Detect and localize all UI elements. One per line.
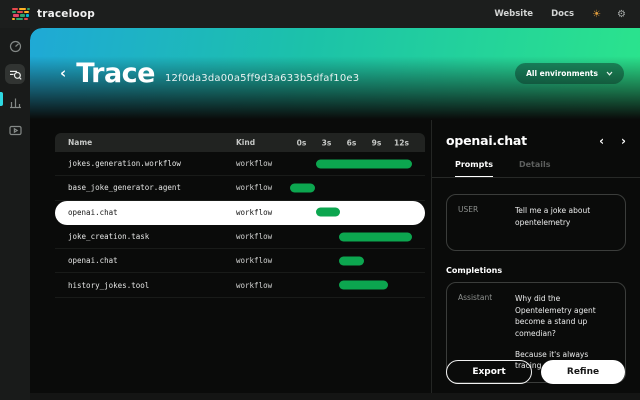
sidebar-item-traces[interactable] (5, 64, 25, 84)
chevron-down-icon (606, 71, 613, 76)
span-title: openai.chat (446, 133, 527, 148)
prev-span-icon[interactable]: ‹ (599, 135, 604, 147)
next-span-icon[interactable]: › (621, 135, 626, 147)
top-bar: traceloop Website Docs ☀ ⚙ (0, 0, 640, 28)
timeline-tick: 3s (322, 138, 332, 147)
gradient-header: ‹ Trace 12f0da3da00a5ff9d3a633b5dfaf10e3… (30, 28, 640, 122)
column-header-name: Name (55, 138, 236, 147)
detail-tabs: Prompts Details (432, 160, 640, 178)
completions-label: Completions (446, 266, 626, 275)
table-row[interactable]: base_joke_generator.agent workflow (55, 176, 425, 200)
table-row[interactable]: joke_creation.task workflow (55, 225, 425, 249)
prompt-text: Tell me a joke about opentelemetry (515, 205, 614, 240)
sidebar (0, 28, 30, 400)
span-bar (316, 208, 340, 217)
table-row[interactable]: openai.chat workflow (55, 249, 425, 273)
span-bar (339, 232, 413, 241)
sidebar-item-dashboard[interactable] (5, 36, 25, 56)
span-bar (316, 159, 413, 168)
bottom-strip (30, 393, 640, 400)
settings-gear-icon[interactable]: ⚙ (617, 9, 626, 20)
span-detail-panel: openai.chat ‹ › Prompts Details USER Tel… (431, 120, 640, 400)
website-link[interactable]: Website (494, 9, 533, 19)
refine-button[interactable]: Refine (541, 360, 625, 384)
trace-id: 12f0da3da00a5ff9d3a633b5dfaf10e3 (165, 73, 359, 84)
content-panel: ‹ Trace 12f0da3da00a5ff9d3a633b5dfaf10e3… (30, 28, 640, 400)
bar-chart-icon (9, 96, 22, 109)
export-button[interactable]: Export (446, 360, 532, 384)
sidebar-item-demos[interactable] (5, 120, 25, 140)
table-header: Name Kind 0s 3s 6s 9s 12s (55, 133, 425, 152)
sidebar-item-analytics[interactable] (5, 92, 25, 112)
column-header-kind: Kind (236, 138, 288, 147)
docs-link[interactable]: Docs (551, 9, 574, 19)
timeline-tick: 0s (297, 138, 307, 147)
prompt-card: USER Tell me a joke about opentelemetry (446, 194, 626, 251)
timeline-tick: 6s (347, 138, 357, 147)
sidebar-active-indicator (0, 92, 3, 106)
environment-selector[interactable]: All environments (515, 63, 624, 84)
span-bar (290, 183, 315, 192)
table-row-selected[interactable]: openai.chat workflow (55, 201, 425, 225)
timeline-tick: 12s (394, 138, 409, 147)
gauge-icon (9, 40, 22, 53)
traceloop-logo-icon (12, 8, 30, 21)
span-bar (339, 281, 388, 290)
video-play-icon (9, 124, 22, 137)
span-table: Name Kind 0s 3s 6s 9s 12s jokes.generati… (55, 133, 425, 298)
theme-sun-icon[interactable]: ☀ (592, 9, 601, 20)
trace-search-icon (9, 68, 22, 81)
tab-prompts[interactable]: Prompts (455, 160, 493, 177)
timeline-axis: 0s 3s 6s 9s 12s (288, 133, 415, 152)
tab-details[interactable]: Details (519, 160, 551, 177)
table-row[interactable]: jokes.generation.workflow workflow (55, 152, 425, 176)
prompt-role: USER (458, 205, 515, 240)
brand-name: traceloop (37, 8, 95, 20)
timeline-tick: 9s (372, 138, 382, 147)
table-row[interactable]: history_jokes.tool workflow (55, 273, 425, 297)
span-bar (339, 256, 364, 265)
back-chevron-icon[interactable]: ‹ (60, 66, 66, 81)
page-title: Trace (76, 58, 155, 89)
